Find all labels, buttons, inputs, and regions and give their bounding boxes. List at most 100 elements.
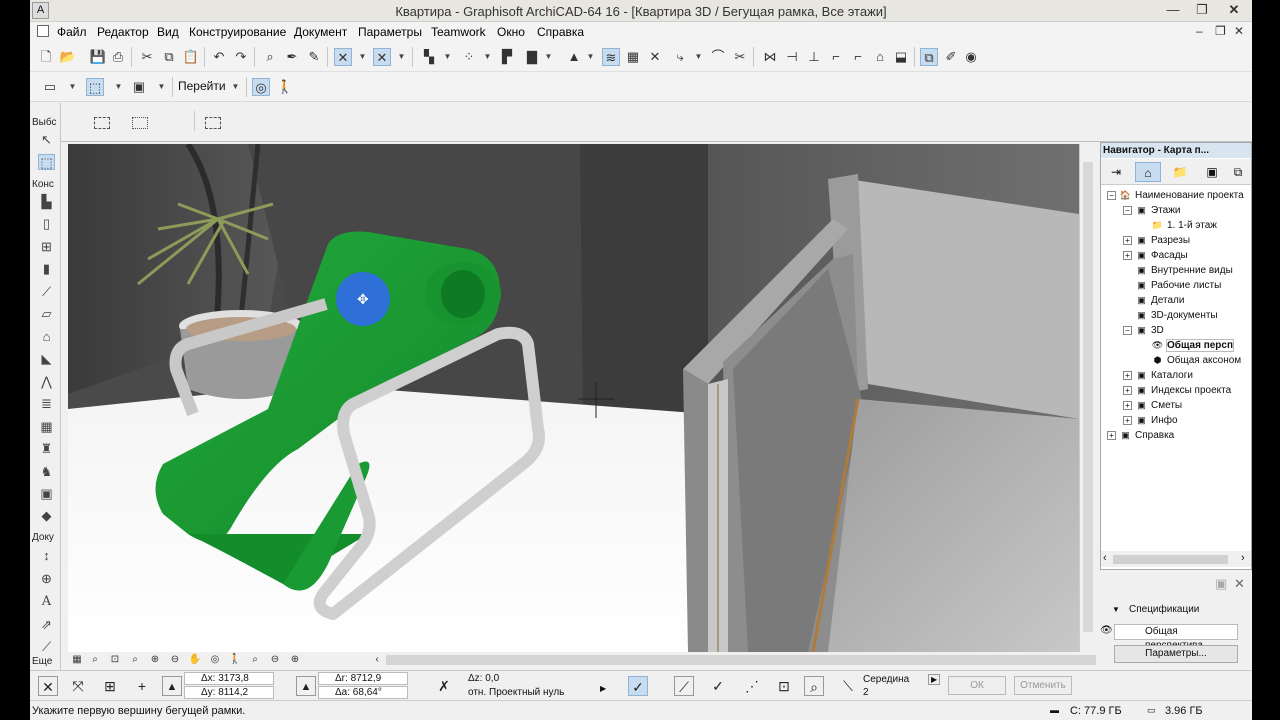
3d-window-icon[interactable]: ⬚ xyxy=(86,78,104,96)
new-window-icon[interactable]: ▣ xyxy=(1215,576,1227,592)
3d-viewport[interactable]: ✥ xyxy=(68,144,1079,652)
explore-icon[interactable]: 🚶 xyxy=(228,653,242,667)
menu-file[interactable]: Файл xyxy=(57,25,87,39)
floor-plan-icon[interactable]: ▭ xyxy=(41,78,59,96)
minimize-button[interactable]: — xyxy=(1159,0,1187,20)
special-snap-icon[interactable]: ⊡ xyxy=(774,676,794,696)
tree-item[interactable]: ▣ Внутренние виды xyxy=(1123,263,1233,278)
adjust-icon[interactable]: ⋈ xyxy=(761,48,779,66)
tree-item[interactable]: ⬢ Общая аксоном xyxy=(1139,353,1242,368)
menu-design[interactable]: Конструирование xyxy=(189,25,286,39)
beam-icon[interactable]: ⟋ xyxy=(38,284,55,300)
menu-window[interactable]: Окно xyxy=(497,25,525,39)
pen-icon[interactable]: ✐ xyxy=(942,48,960,66)
tree-item[interactable]: + ▣ Разрезы xyxy=(1123,233,1190,248)
intersect-icon[interactable]: ⊣ xyxy=(783,48,801,66)
level-dimension-icon[interactable]: ⊕ xyxy=(38,571,55,587)
tree-item[interactable]: + ▣ Фасады xyxy=(1123,248,1188,263)
close-specs-icon[interactable]: ✕ xyxy=(1234,576,1245,592)
intersection-icon[interactable]: ⋰ xyxy=(742,676,762,696)
print-icon[interactable]: ⎙ xyxy=(109,48,127,66)
lock-icon[interactable]: ⬓ xyxy=(892,48,910,66)
grid-icon[interactable]: ▦ xyxy=(624,48,642,66)
view-name-field[interactable]: Общая перспектива xyxy=(1114,624,1238,651)
object-icon[interactable]: ♜ xyxy=(38,441,55,457)
plus-icon[interactable]: + xyxy=(132,676,152,696)
door-icon[interactable]: ▯ xyxy=(38,216,55,232)
tree-item[interactable]: 👁 Общая персп xyxy=(1139,338,1235,353)
nav-scroll-thumb[interactable] xyxy=(1113,555,1228,564)
line-snap-icon[interactable]: ⟋ xyxy=(674,676,694,696)
expand-icon[interactable]: + xyxy=(1123,400,1132,410)
zone-icon[interactable]: ▣ xyxy=(38,486,55,502)
perpendicular-icon[interactable]: ✓ xyxy=(708,676,728,696)
suspend-groups-icon[interactable]: ⁘ xyxy=(460,48,478,66)
new-file-icon[interactable]: 🗋 xyxy=(37,48,55,66)
dimension-icon[interactable]: ↕ xyxy=(38,548,55,564)
stretch-icon[interactable]: ⌐ xyxy=(849,48,867,66)
layout-dropdown-icon[interactable]: ▼ xyxy=(157,78,166,96)
gravity-dropdown-icon[interactable]: ▼ xyxy=(358,48,367,66)
marquee-rotated-icon[interactable] xyxy=(205,117,221,129)
distribute-dropdown-icon[interactable]: ▼ xyxy=(544,48,553,66)
snap-guide-icon[interactable]: ✕ xyxy=(373,48,391,66)
gravity-icon[interactable]: ✕ xyxy=(334,48,352,66)
trim-icon[interactable]: ✂ xyxy=(731,48,749,66)
slab-icon[interactable]: ▱ xyxy=(38,306,55,322)
zoom-in-icon[interactable]: ⊕ xyxy=(148,653,162,667)
wall-icon[interactable]: ▙ xyxy=(38,194,55,210)
tree-item[interactable]: ▣ 3D-документы xyxy=(1123,308,1217,323)
elevation-dropdown-icon[interactable]: ▼ xyxy=(586,48,595,66)
guide-lines-icon[interactable]: ✓ xyxy=(628,676,648,696)
relative-coords-icon[interactable]: ⤧ xyxy=(68,676,88,696)
zoom-previous-icon[interactable]: ⌕ xyxy=(128,653,142,667)
da-field[interactable]: Δa: 68,64° xyxy=(318,686,408,699)
tree-item[interactable]: − ▣ Этажи xyxy=(1123,203,1181,218)
expand-icon[interactable]: + xyxy=(1123,370,1132,380)
fill-tool-icon[interactable]: ⟋ xyxy=(38,639,55,655)
open-folder-icon[interactable]: 📂 xyxy=(59,48,77,66)
zoom-out-icon[interactable]: ⊖ xyxy=(168,653,182,667)
tree-item[interactable]: + ▣ Инфо xyxy=(1123,413,1178,428)
navigator-horizontal-scrollbar[interactable]: ‹ › xyxy=(1101,551,1251,567)
cancel-button[interactable]: Отменить xyxy=(1014,676,1072,695)
pan-icon[interactable]: ✋ xyxy=(188,653,202,667)
maximize-button[interactable]: ❐ xyxy=(1188,0,1216,20)
wand-dropdown-icon[interactable]: ▼ xyxy=(694,48,703,66)
tree-item[interactable]: − ▣ 3D xyxy=(1123,323,1164,338)
tree-item[interactable]: − 🏠 Наименование проекта xyxy=(1107,188,1244,203)
zoom-back-icon[interactable]: ⊖ xyxy=(268,653,282,667)
parameters-button[interactable]: Параметры... xyxy=(1114,645,1238,663)
expand-icon[interactable]: + xyxy=(1123,250,1132,260)
layer-icon[interactable]: ⧉ xyxy=(920,48,938,66)
tree-item[interactable]: ▣ Детали xyxy=(1123,293,1184,308)
navigator-publish-icon[interactable]: ⇥ xyxy=(1103,162,1129,182)
undo-icon[interactable]: ↶ xyxy=(210,48,228,66)
midpoint-snap-icon[interactable]: ⟍ xyxy=(838,676,858,696)
tree-item[interactable]: + ▣ Сметы xyxy=(1123,398,1182,413)
window-icon[interactable]: ⊞ xyxy=(38,239,55,255)
goto-dropdown-icon[interactable]: ▼ xyxy=(231,78,240,96)
eyedropper-icon[interactable]: ✒ xyxy=(283,48,301,66)
collapse-arrow-icon[interactable]: ▼ xyxy=(1112,605,1120,614)
text-tool-icon[interactable]: A xyxy=(38,594,55,610)
shell-icon[interactable]: ◣ xyxy=(38,351,55,367)
menu-options[interactable]: Параметры xyxy=(358,25,422,39)
fit-window-icon[interactable]: ⊡ xyxy=(108,653,122,667)
zoom-in-region-icon[interactable]: ⌕ xyxy=(88,653,102,667)
nav-scroll-right-icon[interactable]: › xyxy=(1241,552,1245,564)
modify-icon[interactable]: ⌂ xyxy=(871,48,889,66)
mdi-restore-button[interactable]: ❐ xyxy=(1215,24,1226,38)
marquee-all-floors-icon[interactable] xyxy=(132,117,148,129)
marquee-single-icon[interactable] xyxy=(94,117,110,129)
offset-icon[interactable]: ⌐ xyxy=(827,48,845,66)
trace-icon[interactable]: ≋ xyxy=(602,48,620,66)
midpoint-divisions[interactable]: 2 xyxy=(863,687,869,698)
cut-icon[interactable]: ✂ xyxy=(138,48,156,66)
find-select-icon[interactable]: ⌕ xyxy=(261,48,279,66)
midpoint-dropdown-icon[interactable]: ▶ xyxy=(928,674,941,685)
viewport-vertical-scrollbar[interactable] xyxy=(1079,144,1095,652)
reference-level[interactable]: отн. Проектный нуль xyxy=(468,687,564,698)
delta-toggle-icon[interactable]: ▲ xyxy=(162,676,182,696)
floor-plan-dropdown-icon[interactable]: ▼ xyxy=(68,78,77,96)
